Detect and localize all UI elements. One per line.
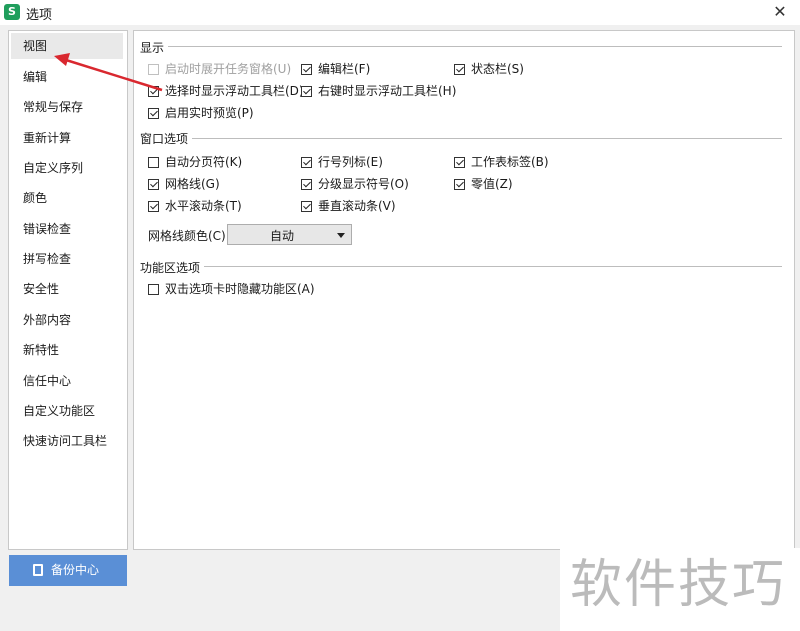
sidebar-item-general-save[interactable]: 常规与保存 [11, 94, 123, 120]
option-label: 状态栏(S) [471, 62, 524, 76]
option-auto-page-breaks[interactable]: 自动分页符(K) [148, 153, 242, 171]
sidebar-item-spell-check[interactable]: 拼写检查 [11, 246, 123, 272]
option-row-col-headers[interactable]: 行号列标(E) [301, 153, 383, 171]
backup-center-button[interactable]: 备份中心 [9, 555, 127, 586]
option-live-preview[interactable]: 启用实时预览(P) [148, 104, 254, 122]
option-hide-ribbon-on-double-click[interactable]: 双击选项卡时隐藏功能区(A) [148, 280, 315, 298]
option-label: 零值(Z) [471, 177, 513, 191]
sidebar-item-customize-ribbon[interactable]: 自定义功能区 [11, 398, 123, 424]
checkbox[interactable] [301, 201, 312, 212]
sidebar-item-error-check[interactable]: 错误检查 [11, 216, 123, 242]
section-title-ribbon-options: 功能区选项 [140, 261, 201, 275]
sidebar-item-colors[interactable]: 颜色 [11, 185, 123, 211]
section-divider [204, 266, 782, 267]
checkbox[interactable] [148, 64, 159, 75]
close-button[interactable]: ✕ [770, 1, 790, 23]
option-zero-values[interactable]: 零值(Z) [454, 175, 513, 193]
checkbox[interactable] [148, 284, 159, 295]
checkbox[interactable] [301, 157, 312, 168]
section-divider [168, 46, 782, 47]
option-label: 启用实时预览(P) [165, 106, 254, 120]
option-vertical-scrollbar[interactable]: 垂直滚动条(V) [301, 197, 396, 215]
backup-icon [33, 564, 43, 576]
sidebar-item-quick-access-toolbar[interactable]: 快速访问工具栏 [11, 428, 123, 454]
option-label: 行号列标(E) [318, 155, 383, 169]
gridline-color-value: 自动 [269, 229, 294, 243]
option-float-toolbar-on-select[interactable]: 选择时显示浮动工具栏(D) [148, 82, 304, 100]
option-label: 自动分页符(K) [165, 155, 243, 169]
option-label: 启动时展开任务窗格(U) [165, 62, 292, 76]
app-logo-icon: S [4, 4, 20, 20]
sidebar-item-view[interactable]: 视图 [11, 33, 123, 59]
option-label: 分级显示符号(O) [318, 177, 409, 191]
checkbox[interactable] [301, 86, 312, 97]
option-label: 工作表标签(B) [471, 155, 549, 169]
option-gridlines[interactable]: 网格线(G) [148, 175, 220, 193]
checkbox[interactable] [454, 157, 465, 168]
checkbox[interactable] [148, 179, 159, 190]
option-status-bar[interactable]: 状态栏(S) [454, 60, 524, 78]
chevron-down-icon [337, 233, 345, 238]
option-expand-task-pane[interactable]: 启动时展开任务窗格(U) [148, 60, 291, 78]
option-float-toolbar-on-right-click[interactable]: 右键时显示浮动工具栏(H) [301, 82, 456, 100]
sidebar-item-external-content[interactable]: 外部内容 [11, 307, 123, 333]
sidebar-item-recalculate[interactable]: 重新计算 [11, 125, 123, 151]
checkbox[interactable] [148, 201, 159, 212]
option-outline-symbols[interactable]: 分级显示符号(O) [301, 175, 409, 193]
options-sidebar: 视图 编辑 常规与保存 重新计算 自定义序列 颜色 错误检查 拼写检查 安全性 … [8, 30, 128, 550]
checkbox[interactable] [148, 157, 159, 168]
options-content-panel: 显示 启动时展开任务窗格(U) 编辑栏(F) 状态栏(S) 选择时显示浮动工具栏… [133, 30, 795, 550]
option-label: 水平滚动条(T) [165, 199, 242, 213]
sidebar-item-edit[interactable]: 编辑 [11, 64, 123, 90]
backup-center-label: 备份中心 [51, 563, 100, 577]
checkbox[interactable] [301, 179, 312, 190]
gridline-color-select[interactable]: 自动 [227, 224, 352, 245]
watermark-text: 软件技巧 [570, 555, 787, 615]
sidebar-item-custom-lists[interactable]: 自定义序列 [11, 155, 123, 181]
sidebar-item-trust-center[interactable]: 信任中心 [11, 368, 123, 394]
sidebar-item-new-features[interactable]: 新特性 [11, 337, 123, 363]
section-title-display: 显示 [140, 41, 165, 55]
checkbox[interactable] [454, 64, 465, 75]
checkbox[interactable] [454, 179, 465, 190]
option-label: 网格线(G) [165, 177, 220, 191]
checkbox[interactable] [301, 64, 312, 75]
option-sheet-tabs[interactable]: 工作表标签(B) [454, 153, 549, 171]
sidebar-item-security[interactable]: 安全性 [11, 276, 123, 302]
option-formula-bar[interactable]: 编辑栏(F) [301, 60, 370, 78]
gridline-color-label: 网格线颜色(C): [148, 229, 230, 243]
option-horizontal-scrollbar[interactable]: 水平滚动条(T) [148, 197, 242, 215]
checkbox[interactable] [148, 86, 159, 97]
option-label: 双击选项卡时隐藏功能区(A) [165, 282, 315, 296]
section-title-window-options: 窗口选项 [140, 132, 189, 146]
section-divider [192, 138, 782, 139]
window-title: 选项 [26, 8, 53, 23]
option-label: 右键时显示浮动工具栏(H) [318, 84, 457, 98]
option-label: 垂直滚动条(V) [318, 199, 396, 213]
option-label: 选择时显示浮动工具栏(D) [165, 84, 304, 98]
title-bar: S 选项 ✕ [0, 0, 800, 25]
option-label: 编辑栏(F) [318, 62, 371, 76]
checkbox[interactable] [148, 108, 159, 119]
